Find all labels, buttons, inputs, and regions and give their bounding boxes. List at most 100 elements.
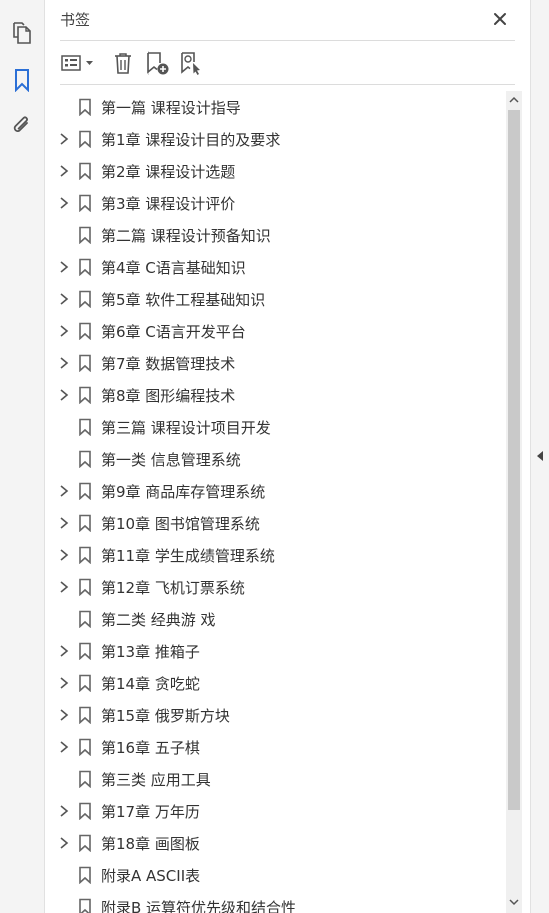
chevron-right-icon[interactable] (57, 676, 71, 690)
bookmark-item[interactable]: 第二篇 课程设计预备知识 (45, 219, 505, 251)
collapse-pane-button[interactable] (534, 445, 546, 467)
new-bookmark-button[interactable] (143, 49, 171, 77)
scroll-up-button[interactable] (506, 91, 522, 109)
bookmark-label: 第7章 数据管理技术 (101, 355, 236, 373)
bookmark-item[interactable]: 第9章 商品库存管理系统 (45, 475, 505, 507)
scroll-down-button[interactable] (506, 893, 522, 911)
bookmark-label: 第一类 信息管理系统 (101, 451, 241, 469)
bookmark-label: 第17章 万年历 (101, 803, 200, 821)
bookmark-icon (79, 130, 91, 148)
chevron-right-icon[interactable] (57, 708, 71, 722)
bookmark-item[interactable]: 第1章 课程设计目的及要求 (45, 123, 505, 155)
bookmark-icon (79, 162, 91, 180)
close-icon (494, 13, 506, 25)
bookmark-item[interactable]: 第7章 数据管理技术 (45, 347, 505, 379)
bookmark-icon (79, 354, 91, 372)
chevron-right-icon[interactable] (57, 740, 71, 754)
chevron-right-icon[interactable] (57, 164, 71, 178)
bookmark-icon (79, 642, 91, 660)
delete-bookmark-button[interactable] (109, 49, 137, 77)
bookmark-item[interactable]: 第3章 课程设计评价 (45, 187, 505, 219)
chevron-right-icon[interactable] (57, 132, 71, 146)
bookmark-item[interactable]: 第5章 软件工程基础知识 (45, 283, 505, 315)
bookmark-icon (79, 514, 91, 532)
bookmark-item[interactable]: 第一类 信息管理系统 (45, 443, 505, 475)
new-bookmark-icon (147, 52, 169, 75)
chevron-right-icon[interactable] (57, 644, 71, 658)
chevron-right-icon[interactable] (57, 484, 71, 498)
bookmark-from-selection-button[interactable] (177, 49, 205, 77)
bookmark-icon (79, 834, 91, 852)
bookmark-item[interactable]: 第18章 画图板 (45, 827, 505, 859)
bookmark-item[interactable]: 第13章 推箱子 (45, 635, 505, 667)
bookmark-item[interactable]: 第14章 贪吃蛇 (45, 667, 505, 699)
options-menu-button[interactable] (59, 49, 99, 77)
chevron-right-icon[interactable] (57, 260, 71, 274)
chevron-right-icon[interactable] (57, 292, 71, 306)
bookmark-icon (79, 546, 91, 564)
chevron-right-icon[interactable] (57, 548, 71, 562)
bookmark-icon (79, 706, 91, 724)
close-panel-button[interactable] (489, 8, 511, 30)
bookmark-item[interactable]: 第4章 C语言基础知识 (45, 251, 505, 283)
bookmark-label: 第2章 课程设计选题 (101, 163, 236, 181)
bookmark-item[interactable]: 第11章 学生成绩管理系统 (45, 539, 505, 571)
bookmark-icon (79, 610, 91, 628)
bookmark-icon (79, 578, 91, 596)
chevron-right-icon[interactable] (57, 516, 71, 530)
bookmark-item[interactable]: 第6章 C语言开发平台 (45, 315, 505, 347)
bookmark-item[interactable]: 第10章 图书馆管理系统 (45, 507, 505, 539)
left-navigation-rail (0, 0, 45, 913)
bookmark-label: 第3章 课程设计评价 (101, 195, 236, 213)
attachments-button[interactable] (8, 112, 36, 140)
chevron-down-icon (509, 899, 519, 906)
chevron-right-icon[interactable] (57, 804, 71, 818)
bookmarks-button[interactable] (8, 66, 36, 94)
right-pane-divider (530, 0, 549, 913)
bookmark-tree: 第一篇 课程设计指导第1章 课程设计目的及要求 第2章 课程设计选题 第3章 课程设… (45, 91, 505, 913)
bookmark-item[interactable]: 第16章 五子棋 (45, 731, 505, 763)
bookmark-icon (79, 98, 91, 116)
bookmark-icon (79, 386, 91, 404)
bookmark-label: 第二篇 课程设计预备知识 (101, 227, 271, 245)
bookmark-label: 第1章 课程设计目的及要求 (101, 131, 281, 149)
bookmark-label: 第15章 俄罗斯方块 (101, 707, 230, 725)
bookmark-item[interactable]: 第2章 课程设计选题 (45, 155, 505, 187)
bookmark-icon (79, 674, 91, 692)
pages-button[interactable] (8, 19, 36, 47)
attachment-icon (13, 116, 28, 132)
chevron-right-icon[interactable] (57, 580, 71, 594)
bookmark-item[interactable]: 第二类 经典游 戏 (45, 603, 505, 635)
bookmark-item[interactable]: 附录A ASCII表 (45, 859, 505, 891)
bookmark-label: 第18章 画图板 (101, 835, 200, 853)
bookmark-label: 第三篇 课程设计项目开发 (101, 419, 271, 437)
bookmark-label: 第6章 C语言开发平台 (101, 323, 246, 341)
bookmark-icon (79, 226, 91, 244)
bookmark-icon (79, 482, 91, 500)
bookmark-icon (79, 802, 91, 820)
chevron-right-icon[interactable] (57, 388, 71, 402)
bookmark-item[interactable]: 第15章 俄罗斯方块 (45, 699, 505, 731)
bookmark-icon (79, 898, 91, 913)
bookmark-item[interactable]: 附录B 运算符优先级和结合性 (45, 891, 505, 913)
caret-left-icon (537, 451, 543, 461)
bookmark-label: 第12章 飞机订票系统 (101, 579, 245, 597)
bookmark-label: 第9章 商品库存管理系统 (101, 483, 266, 501)
bookmark-item[interactable]: 第三类 应用工具 (45, 763, 505, 795)
bookmark-item[interactable]: 第一篇 课程设计指导 (45, 91, 505, 123)
scrollbar-thumb[interactable] (508, 110, 520, 810)
bookmark-item[interactable]: 第8章 图形编程技术 (45, 379, 505, 411)
bookmark-item[interactable]: 第12章 飞机订票系统 (45, 571, 505, 603)
chevron-right-icon[interactable] (57, 196, 71, 210)
bookmark-item[interactable]: 第17章 万年历 (45, 795, 505, 827)
bookmark-label: 第10章 图书馆管理系统 (101, 515, 260, 533)
bookmark-label: 第11章 学生成绩管理系统 (101, 547, 275, 565)
chevron-right-icon[interactable] (57, 324, 71, 338)
bookmark-item[interactable]: 第三篇 课程设计项目开发 (45, 411, 505, 443)
bookmark-label: 第13章 推箱子 (101, 643, 200, 661)
chevron-right-icon[interactable] (57, 356, 71, 370)
options-menu-icon (61, 55, 93, 71)
delete-icon (115, 53, 131, 74)
chevron-right-icon[interactable] (57, 836, 71, 850)
bookmark-icon (79, 194, 91, 212)
